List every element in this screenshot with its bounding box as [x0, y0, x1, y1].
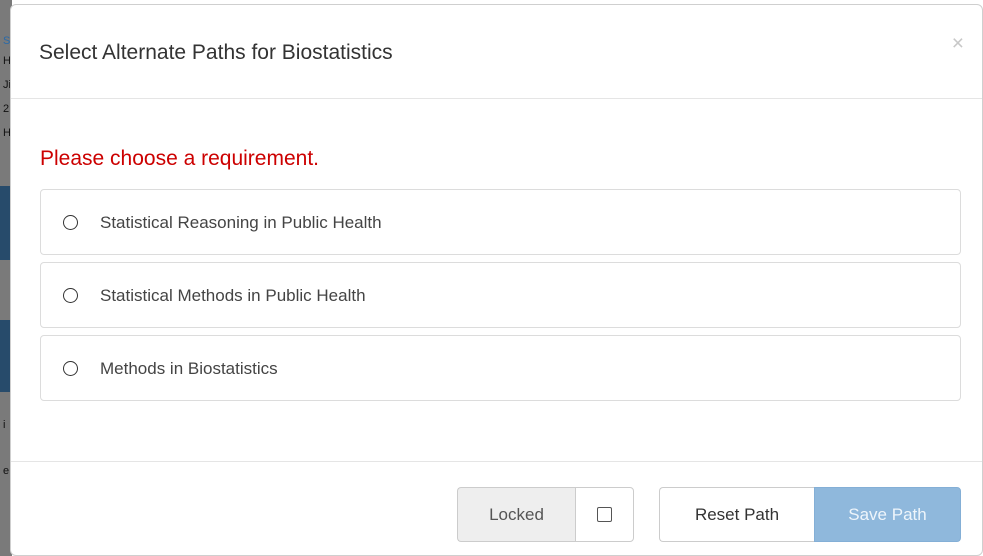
save-path-button[interactable]: Save Path	[814, 487, 961, 542]
reset-path-button[interactable]: Reset Path	[659, 487, 814, 542]
requirement-prompt: Please choose a requirement.	[40, 147, 319, 170]
requirement-option[interactable]: Statistical Reasoning in Public Health	[40, 189, 961, 255]
dialog-title: Select Alternate Paths for Biostatistics	[39, 41, 393, 64]
requirement-option-label: Methods in Biostatistics	[100, 359, 278, 378]
requirement-options: Statistical Reasoning in Public Health S…	[40, 189, 961, 408]
dialog-header: Select Alternate Paths for Biostatistics…	[11, 5, 982, 99]
requirement-option-label: Statistical Methods in Public Health	[100, 286, 366, 305]
close-icon: ×	[951, 32, 964, 55]
radio-button[interactable]	[63, 288, 78, 303]
locked-label: Locked	[457, 487, 575, 542]
requirement-option-label: Statistical Reasoning in Public Health	[100, 213, 382, 232]
page-backdrop: S H Ji 2 H i e Select Alternate Paths fo…	[0, 0, 983, 556]
background-text-fragment: e	[3, 465, 10, 477]
requirement-option[interactable]: Statistical Methods in Public Health	[40, 262, 961, 328]
background-text-fragment: i	[3, 419, 6, 431]
locked-checkbox-wrapper[interactable]	[575, 487, 634, 542]
alternate-paths-dialog: Select Alternate Paths for Biostatistics…	[10, 4, 983, 556]
locked-toggle-group: Locked	[457, 487, 634, 542]
dialog-footer: Locked Reset Path Save Path	[11, 461, 982, 555]
radio-button[interactable]	[63, 215, 78, 230]
background-text-fragment: 2	[3, 103, 10, 115]
close-button[interactable]: ×	[952, 33, 964, 54]
path-action-buttons: Reset Path Save Path	[659, 487, 961, 542]
locked-checkbox[interactable]	[597, 507, 612, 522]
radio-button[interactable]	[63, 361, 78, 376]
requirement-option[interactable]: Methods in Biostatistics	[40, 335, 961, 401]
